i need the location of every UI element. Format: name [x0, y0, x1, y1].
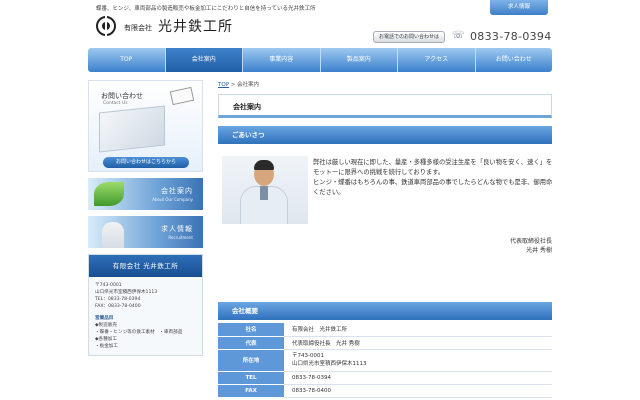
laptop-illustration — [99, 105, 165, 153]
president-photo — [222, 156, 308, 224]
company-banner[interactable]: 会社案内 About Our Company — [88, 178, 203, 210]
site-tagline: 蝶番、ヒンジ、車両部品の製造販売や板金加工にこだわりと自信を持っている光井鉄工所 — [96, 6, 316, 12]
company-logo-icon — [96, 16, 116, 36]
nav-item-access[interactable]: アクセス — [398, 48, 476, 72]
table-row-value: 代表取締役社長 光井 秀樹 — [284, 336, 552, 350]
recruit-banner[interactable]: 求人情報 Recruitment — [88, 216, 203, 248]
company-info-heading: 有限会社 光井鉄工所 — [89, 255, 202, 277]
overview-section-heading: 会社概要 — [218, 302, 552, 320]
table-row-label: TEL — [218, 371, 284, 385]
breadcrumb-separator: > — [230, 82, 236, 88]
phone-icon: ☏ — [452, 30, 465, 41]
envelope-icon — [169, 86, 195, 106]
greeting-paragraph: ヒンジ・蝶番はもちろんの事、鉄道車両部品の事でしたらどんな物でも是非、御用命くだ… — [313, 179, 553, 196]
signature-title: 代表取締役社長 — [509, 238, 552, 245]
company-prefix: 有限会社 — [124, 24, 152, 32]
table-row: FAX 0833-78-0400 — [218, 384, 552, 398]
info-tel: TEL：0833-78-0394 — [95, 297, 141, 302]
company-name: 光井鉄工所 — [158, 19, 233, 35]
table-row-label: 所在地 — [218, 349, 284, 372]
page-title: 会社案内 — [233, 103, 261, 111]
contact-banner[interactable]: お問い合わせ Contact Us お問い合わせはこちらから — [88, 80, 203, 172]
phone-label: お電話でのお問い合わせは — [373, 31, 445, 43]
company-banner-title: 会社案内 — [161, 187, 193, 195]
info-postal: 〒743-0001 — [95, 283, 122, 288]
info-product-item: ◆製造販売 — [95, 323, 117, 328]
contact-button[interactable]: お問い合わせはこちらから — [103, 157, 189, 168]
site-logo[interactable]: 有限会社 光井鉄工所 — [96, 16, 233, 36]
recruit-person-image — [102, 222, 124, 248]
greeting-section-heading: ごあいさつ — [218, 126, 552, 144]
nav-item-company[interactable]: 会社案内 — [165, 48, 243, 72]
contact-banner-subtitle: Contact Us — [103, 101, 128, 106]
company-info-box: 有限会社 光井鉄工所 〒743-0001 山口県光市室積西伊保木1113 TEL… — [88, 254, 203, 356]
table-row-value: 有限会社 光井鉄工所 — [284, 323, 552, 337]
table-row-value: 0833-78-0394 — [284, 371, 552, 385]
recruit-banner-title: 求人情報 — [161, 225, 193, 233]
info-product-item: ・蝶番・ヒンジ等の鉄工素材 ・車両部品 — [95, 330, 183, 335]
phone-number[interactable]: 0833-78-0394 — [470, 30, 552, 43]
table-row-value: 0833-78-0400 — [284, 384, 552, 398]
signature-name: 光井 秀樹 — [526, 247, 552, 254]
table-row: 代表 代表取締役社長 光井 秀樹 — [218, 336, 552, 350]
table-row: 社名 有限会社 光井鉄工所 — [218, 323, 552, 337]
greeting-text: 弊社は厳しい現在に即した、量産・多種多様の受注生産を「良い物を安く、速く」をモッ… — [313, 158, 553, 198]
breadcrumb: TOP > 会社案内 — [218, 80, 259, 88]
nav-item-products[interactable]: 製品案内 — [321, 48, 398, 72]
company-overview-table: 社名 有限会社 光井鉄工所 代表 代表取締役社長 光井 秀樹 所在地 〒743-… — [218, 323, 552, 398]
info-fax: FAX：0833-78-0400 — [95, 304, 141, 309]
address-line: 山口県光市室積西伊保木1113 — [292, 361, 367, 367]
info-products-label: 営業品目 — [95, 316, 114, 321]
company-info-body: 〒743-0001 山口県光市室積西伊保木1113 TEL：0833-78-03… — [89, 277, 202, 355]
table-row-label: 社名 — [218, 323, 284, 337]
nav-item-contact[interactable]: お問い合わせ — [476, 48, 553, 72]
contact-banner-title: お問い合わせ — [101, 92, 143, 100]
address-postal: 〒743-0001 — [292, 353, 324, 359]
global-nav: TOP 会社案内 事業内容 製品案内 アクセス お問い合わせ — [88, 48, 552, 72]
recruit-banner-subtitle: Recruitment — [168, 235, 193, 240]
sidebar: お問い合わせ Contact Us お問い合わせはこちらから 会社案内 Abou… — [88, 80, 203, 356]
company-banner-subtitle: About Our Company — [152, 197, 193, 202]
info-product-item: ◆各種加工 — [95, 337, 117, 342]
table-row-value: 〒743-0001 山口県光市室積西伊保木1113 — [284, 349, 552, 372]
recruit-tab-button[interactable]: 求人情報 — [490, 0, 548, 15]
nav-item-top[interactable]: TOP — [88, 48, 166, 72]
greeting-paragraph: 弊社は厳しい現在に即した、量産・多種多様の受注生産を「良い物を安く、速く」をモッ… — [313, 159, 553, 176]
breadcrumb-home-link[interactable]: TOP — [218, 82, 229, 88]
nav-item-business[interactable]: 事業内容 — [243, 48, 321, 72]
info-address: 山口県光市室積西伊保木1113 — [95, 290, 158, 295]
info-product-item: ・板金加工 — [95, 344, 118, 349]
table-row-label: 代表 — [218, 336, 284, 350]
breadcrumb-current: 会社案内 — [237, 82, 260, 88]
table-row: TEL 0833-78-0394 — [218, 371, 552, 385]
table-row: 所在地 〒743-0001 山口県光市室積西伊保木1113 — [218, 349, 552, 372]
page-title-box: 会社案内 — [218, 94, 552, 118]
table-row-label: FAX — [218, 384, 284, 398]
leaf-image — [94, 182, 124, 206]
site-header: 蝶番、ヒンジ、車両部品の製造販売や板金加工にこだわりと自信を持っている光井鉄工所… — [0, 0, 640, 48]
